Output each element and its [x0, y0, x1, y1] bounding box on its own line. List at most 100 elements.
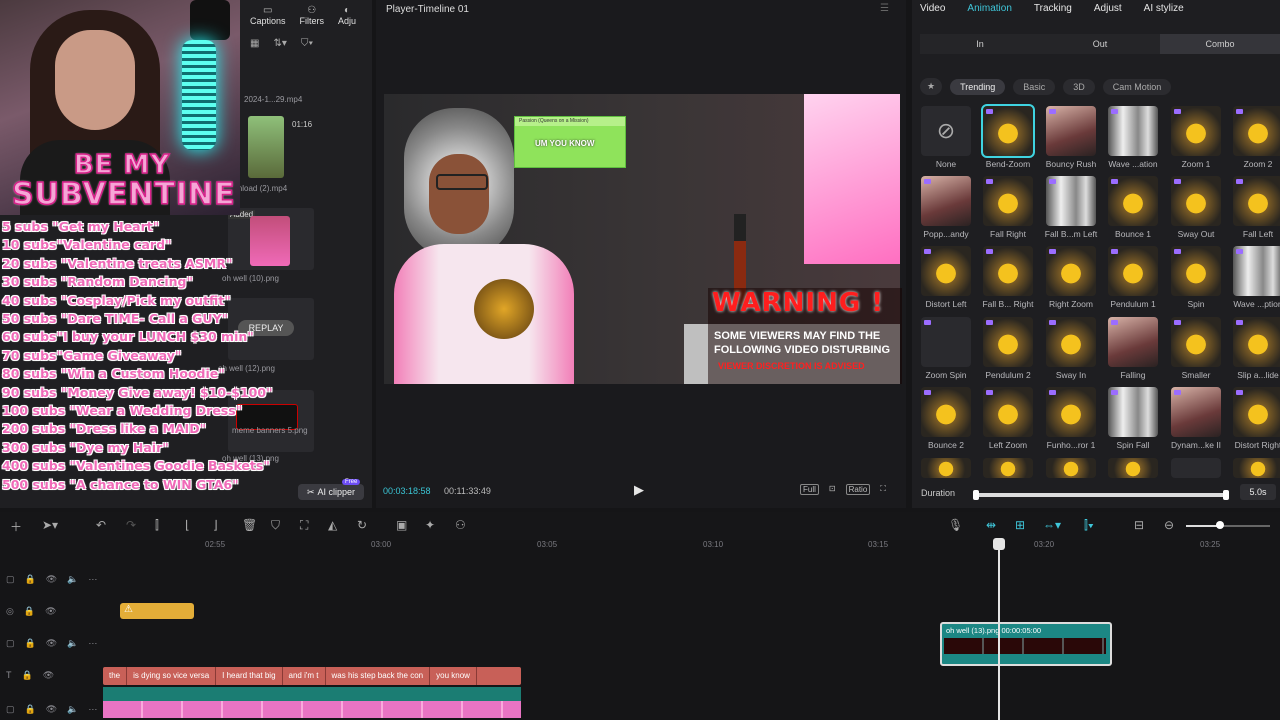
text-clip[interactable]: was his step back the con — [326, 667, 431, 685]
media-item-thumbnail[interactable] — [248, 116, 284, 178]
lock-icon[interactable]: 🔒 — [25, 704, 36, 715]
animation-effect-tile[interactable] — [1046, 387, 1096, 437]
fullscreen-icon[interactable]: ⛶ — [880, 484, 886, 495]
animation-effect-tile[interactable] — [1046, 458, 1096, 478]
tab-combo[interactable]: Combo — [1160, 34, 1280, 54]
animation-effect-tile[interactable] — [1108, 246, 1158, 296]
redo-icon[interactable]: ↷ — [126, 518, 136, 532]
tab-video[interactable]: Video — [920, 3, 945, 14]
microphone-icon[interactable]: 🎙 — [948, 518, 963, 532]
snap-icon[interactable]: ⇔▾ — [1043, 518, 1061, 532]
animation-effect-tile[interactable] — [983, 246, 1033, 296]
more-icon[interactable]: ⋯ — [88, 574, 97, 585]
lock-icon[interactable]: 🔒 — [22, 670, 33, 681]
animation-effect-tile[interactable] — [1046, 106, 1096, 156]
speaker-icon[interactable]: 🔈 — [67, 574, 78, 585]
crop-icon[interactable]: ⊡ — [829, 484, 836, 495]
speaker-icon[interactable]: 🔈 — [67, 638, 78, 649]
animation-effect-tile[interactable] — [1108, 458, 1158, 478]
eye-icon[interactable]: 👁 — [46, 704, 57, 715]
preview-axis-icon[interactable]: ⫿▾ — [1084, 518, 1094, 533]
marker-icon[interactable]: ⛉ — [271, 518, 280, 533]
tab-in[interactable]: In — [920, 34, 1040, 54]
zoom-slider[interactable] — [1186, 521, 1270, 529]
animation-effect-tile[interactable] — [921, 387, 971, 437]
eye-icon[interactable]: 👁 — [45, 606, 56, 617]
split-left-icon[interactable]: ⌊ — [185, 518, 190, 532]
zoom-out-icon[interactable]: ⊖ — [1164, 518, 1174, 532]
rotate-icon[interactable]: ↻ — [357, 518, 367, 532]
lock-icon[interactable]: 🔒 — [25, 638, 36, 649]
playhead[interactable] — [998, 540, 1000, 720]
eye-icon[interactable]: 👁 — [46, 574, 57, 585]
split-right-icon[interactable]: ⌋ — [213, 518, 218, 532]
sort-icon[interactable]: ⇅▾ — [273, 38, 286, 54]
magnet-icon[interactable]: ⊞ — [1015, 518, 1025, 532]
category-3d[interactable]: 3D — [1063, 78, 1095, 95]
duration-handle-start[interactable] — [973, 490, 979, 500]
overlay-clip[interactable]: oh well (13).png 00:00:05:00 — [940, 622, 1112, 666]
crop-icon[interactable]: ⛶ — [300, 518, 308, 533]
animation-effect-tile[interactable] — [983, 458, 1033, 478]
add-icon[interactable]: ＋ — [10, 518, 22, 535]
green-banner-overlay[interactable]: Passion (Queens on a Mission) UM YOU KNO… — [514, 116, 626, 168]
filter-icon[interactable]: ⛉▾ — [301, 38, 313, 54]
animation-effect-tile[interactable] — [1233, 387, 1280, 437]
animation-effect-tile[interactable] — [921, 176, 971, 226]
duration-slider[interactable] — [973, 490, 1229, 500]
animation-effect-tile[interactable] — [1171, 176, 1221, 226]
playhead-handle[interactable] — [993, 538, 1005, 550]
animation-effect-tile[interactable] — [1171, 317, 1221, 367]
split-icon[interactable]: ⫿ — [155, 518, 159, 533]
grid-view-icon[interactable]: ▦ — [250, 38, 259, 54]
animation-effect-tile[interactable] — [1233, 176, 1280, 226]
select-tool-icon[interactable]: ➤▾ — [42, 518, 58, 532]
tab-adjust[interactable]: Adjust — [1094, 3, 1122, 14]
fit-icon[interactable]: ⊟ — [1134, 518, 1144, 532]
text-clip[interactable]: you know — [430, 667, 477, 685]
animation-effect-tile[interactable] — [1233, 246, 1280, 296]
animation-effect-tile[interactable] — [983, 387, 1033, 437]
tab-out[interactable]: Out — [1040, 34, 1160, 54]
mirror-icon[interactable]: ◭ — [328, 518, 337, 532]
ratio-button[interactable]: Ratio — [845, 484, 871, 495]
delete-icon[interactable]: 🗑 — [242, 518, 257, 532]
animation-effect-tile[interactable] — [1108, 176, 1158, 226]
tab-ai-stylize[interactable]: AI stylize — [1144, 3, 1184, 14]
tab-animation[interactable]: Animation — [967, 3, 1011, 14]
animation-effect-tile[interactable] — [921, 246, 971, 296]
timeline-ruler[interactable]: 02:55 03:00 03:05 03:10 03:15 03:20 03:2… — [100, 540, 1280, 554]
animation-effect-tile[interactable] — [921, 458, 971, 478]
eye-icon[interactable]: 👁 — [46, 638, 57, 649]
tab-filters[interactable]: ⚇ Filters — [300, 6, 325, 27]
full-button[interactable]: Full — [800, 484, 819, 495]
animation-effect-tile[interactable] — [981, 104, 1035, 158]
text-clip[interactable]: is dying so vice versa — [127, 667, 217, 685]
menu-icon[interactable]: ☰ — [880, 3, 889, 14]
speaker-icon[interactable]: 🔈 — [67, 704, 78, 715]
link-clips-icon[interactable]: ⇹ — [986, 518, 996, 532]
magic-wand-icon[interactable]: ✦ — [425, 518, 435, 532]
zoom-slider-handle[interactable] — [1216, 521, 1224, 529]
animation-effect-tile[interactable] — [1108, 106, 1158, 156]
play-button[interactable]: ▶ — [634, 482, 644, 498]
caption-icon[interactable]: ▣ — [396, 518, 407, 532]
animation-effect-tile[interactable] — [1046, 317, 1096, 367]
animation-effect-tile[interactable] — [921, 317, 971, 367]
person-icon[interactable]: ⚇ — [455, 518, 466, 532]
duration-value[interactable]: 5.0s — [1240, 484, 1276, 500]
animation-effect-tile[interactable] — [983, 317, 1033, 367]
animation-effect-tile[interactable] — [1108, 317, 1158, 367]
animation-effect-tile[interactable] — [1171, 387, 1221, 437]
warning-overlay[interactable]: WARNING ! SOME VIEWERS MAY FIND THE FOLL… — [708, 288, 902, 384]
more-icon[interactable]: ⋯ — [88, 704, 97, 715]
effect-clip[interactable]: ⚠ — [120, 603, 194, 619]
duration-handle-end[interactable] — [1223, 490, 1229, 500]
lock-icon[interactable]: 🔒 — [24, 606, 35, 617]
animation-effect-tile[interactable] — [1171, 458, 1221, 478]
undo-icon[interactable]: ↶ — [96, 518, 106, 532]
animation-effect-tile[interactable] — [1046, 176, 1096, 226]
animation-effect-tile[interactable] — [1171, 246, 1221, 296]
animation-effect-tile[interactable] — [1233, 106, 1280, 156]
text-clip[interactable]: I heard that big — [216, 667, 283, 685]
